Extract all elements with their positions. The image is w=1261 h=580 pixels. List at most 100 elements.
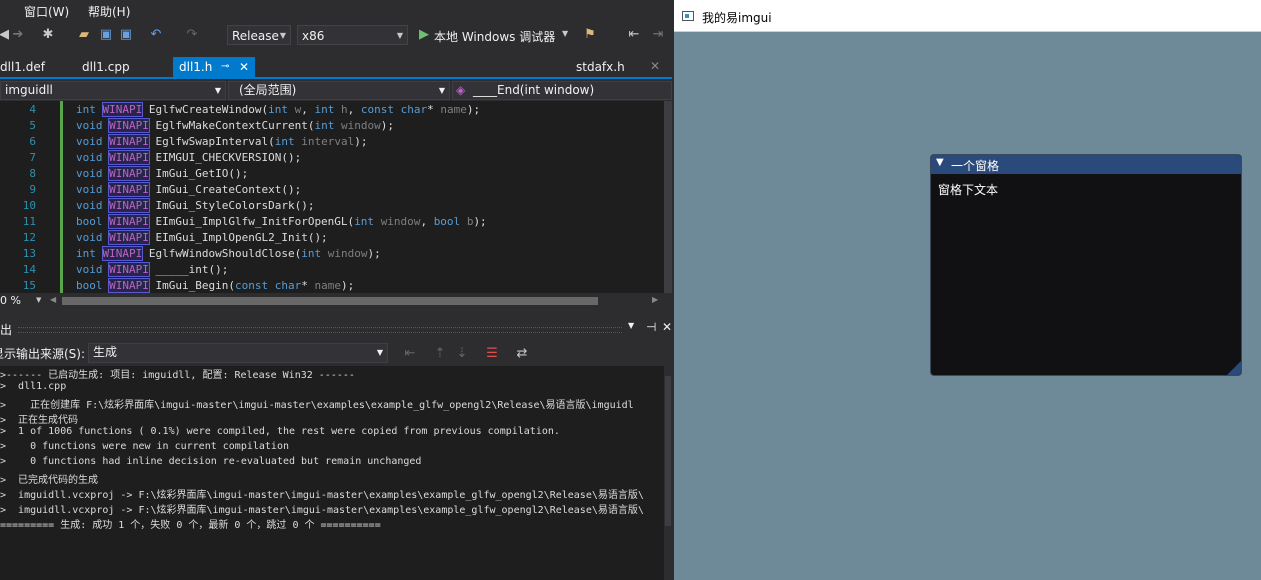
menu-help[interactable]: 帮助(H) (88, 3, 130, 20)
find-icon[interactable]: ⚑ (582, 27, 598, 43)
imgui-window-text: 窗格下文本 (938, 183, 999, 197)
prev-message-icon[interactable]: ⇡ (432, 346, 448, 362)
scope-select[interactable]: (全局范围) ▼ (228, 81, 450, 100)
redo-icon[interactable]: ↷ (184, 27, 200, 43)
chevron-down-icon: ▼ (279, 31, 286, 40)
start-debug-icon[interactable]: ▶ (416, 27, 432, 43)
code-line: void WINAPI EImGui_ImplOpenGL2_Init(); (76, 230, 328, 245)
output-toolbar: 显示输出来源(S): 生成 ▼ ⇤ ⇡ ⇣ ☰ ⇄ (0, 341, 672, 365)
scroll-right-icon[interactable]: ▶ (652, 295, 658, 304)
tab-label: stdafx.h (576, 60, 625, 74)
project-value: imguidll (5, 83, 53, 97)
panel-grip[interactable] (18, 327, 622, 333)
code-line: bool WINAPI ImGui_Begin(const char* name… (76, 278, 355, 293)
imgui-window[interactable]: ▼ 一个窗格 窗格下文本 (930, 154, 1242, 376)
platform-value: x86 (302, 29, 325, 43)
save-all-icon[interactable]: ▣ (118, 27, 134, 43)
chevron-down-icon: ▼ (396, 31, 403, 40)
menu-window[interactable]: 窗口(W) (24, 3, 69, 20)
close-icon[interactable]: ✕ (662, 320, 672, 334)
close-icon[interactable]: ✕ (239, 57, 249, 77)
configuration-select[interactable]: Release ▼ (227, 25, 291, 45)
code-line: void WINAPI ImGui_CreateContext(); (76, 182, 302, 197)
platform-select[interactable]: x86 ▼ (297, 25, 408, 45)
output-line: > 0 functions had inline decision re-eva… (0, 456, 422, 467)
configuration-value: Release (232, 29, 279, 43)
project-select[interactable]: imguidll ▼ (0, 81, 226, 100)
chevron-down-icon[interactable]: ▼ (36, 296, 41, 304)
code-line: void WINAPI EIMGUI_CHECKVERSION(); (76, 150, 302, 165)
output-line: > 已完成代码的生成 (0, 475, 99, 486)
line-number: 12 (22, 231, 36, 244)
method-icon: ◈ (456, 83, 466, 97)
line-number: 4 (29, 103, 36, 116)
output-source-select[interactable]: 生成 ▼ (88, 343, 388, 363)
output-line: > 1 of 1006 functions ( 0.1%) were compi… (0, 426, 560, 437)
line-number: 10 (22, 199, 36, 212)
code-line: void WINAPI _____int(); (76, 262, 229, 277)
scroll-left-icon[interactable]: ◀ (50, 295, 56, 304)
code-editor[interactable]: 4 5 6 7 8 9 10 11 12 13 14 15 int WINAPI… (0, 101, 672, 293)
code-line: void WINAPI EglfwMakeContextCurrent(int … (76, 118, 394, 133)
vertical-scrollbar[interactable] (664, 101, 672, 293)
tab-stdafx-h[interactable]: stdafx.h (570, 57, 631, 77)
word-wrap-icon[interactable]: ⇄ (514, 346, 530, 362)
save-icon[interactable]: ▣ (98, 27, 114, 43)
code-line: bool WINAPI EImGui_ImplGlfw_InitForOpenG… (76, 214, 487, 229)
outdent-icon[interactable]: ⇥ (650, 27, 666, 43)
imgui-window-title-bar[interactable]: ▼ 一个窗格 (931, 155, 1241, 174)
output-line: > 正在创建库 F:\炫彩界面库\imgui-master\imgui-mast… (0, 400, 634, 411)
line-number: 15 (22, 279, 36, 292)
app-icon-accent (685, 14, 689, 18)
horizontal-scrollbar-thumb[interactable] (62, 297, 598, 305)
clear-all-icon[interactable]: ☰ (484, 346, 500, 362)
chevron-down-icon[interactable]: ▼ (628, 321, 634, 330)
pin-icon[interactable]: ⊸ (221, 57, 229, 77)
start-debug-label[interactable]: 本地 Windows 调试器 (434, 28, 555, 45)
app-title-bar[interactable]: 我的易imgui (674, 0, 1261, 32)
member-value: ____End(int window) (473, 83, 595, 97)
indent-icon[interactable]: ⇤ (626, 27, 642, 43)
output-line: > dll1.cpp (0, 381, 67, 392)
collapse-triangle-icon[interactable]: ▼ (936, 157, 944, 168)
line-number: 11 (22, 215, 36, 228)
line-number: 13 (22, 247, 36, 260)
output-source-value: 生成 (93, 345, 118, 359)
new-project-icon[interactable]: ✱ (40, 27, 56, 43)
app-window-icon (682, 11, 694, 21)
code-line: int WINAPI EglfwCreateWindow(int w, int … (76, 102, 481, 117)
output-panel-header: 出 ▼ ⊣ ✕ (0, 318, 672, 340)
pin-icon[interactable]: ⊣ (646, 320, 656, 334)
editor-footer: 0 % ▼ ◀ ▶ (0, 293, 672, 308)
output-line: >------ 已启动生成: 项目: imguidll, 配置: Release… (0, 370, 355, 381)
line-number: 6 (29, 135, 36, 148)
app-title: 我的易imgui (702, 11, 772, 25)
undo-icon[interactable]: ↶ (148, 27, 164, 43)
line-number-gutter: 4 5 6 7 8 9 10 11 12 13 14 15 (0, 101, 60, 293)
tab-dll1-cpp[interactable]: dll1.cpp (76, 57, 136, 77)
next-message-icon[interactable]: ⇣ (454, 346, 470, 362)
chevron-down-icon[interactable]: ▼ (562, 29, 568, 38)
output-line: > 正在生成代码 (0, 415, 79, 426)
zoom-level[interactable]: 0 % (0, 294, 21, 307)
member-select[interactable]: ◈ ____End(int window) (452, 81, 672, 100)
tab-dll1-def[interactable]: dll1.def (0, 57, 51, 77)
menu-bar: 窗口(W) 帮助(H) (0, 0, 672, 22)
scrollbar-thumb[interactable] (665, 376, 671, 526)
find-message-icon[interactable]: ⇤ (402, 346, 418, 362)
close-icon[interactable]: ✕ (650, 59, 660, 73)
tab-label: dll1.def (0, 60, 45, 74)
output-source-label: 显示输出来源(S): (0, 347, 86, 361)
tab-dll1-h[interactable]: dll1.h ⊸ ✕ (173, 57, 255, 77)
code-line: void WINAPI ImGui_StyleColorsDark(); (76, 198, 315, 213)
line-number: 7 (29, 151, 36, 164)
output-text[interactable]: >------ 已启动生成: 项目: imguidll, 配置: Release… (0, 366, 664, 580)
imgui-app-window: 我的易imgui ▼ 一个窗格 窗格下文本 (674, 0, 1261, 580)
resize-grip[interactable] (1227, 361, 1241, 375)
output-vertical-scrollbar[interactable] (664, 366, 672, 580)
scope-value: (全局范围) (239, 83, 297, 97)
open-folder-icon[interactable]: ▰ (76, 27, 92, 43)
code-line: void WINAPI ImGui_GetIO(); (76, 166, 249, 181)
output-line: ========= 生成: 成功 1 个，失败 0 个，最新 0 个，跳过 0 … (0, 520, 381, 531)
forward-icon[interactable]: ➔ (10, 27, 26, 43)
